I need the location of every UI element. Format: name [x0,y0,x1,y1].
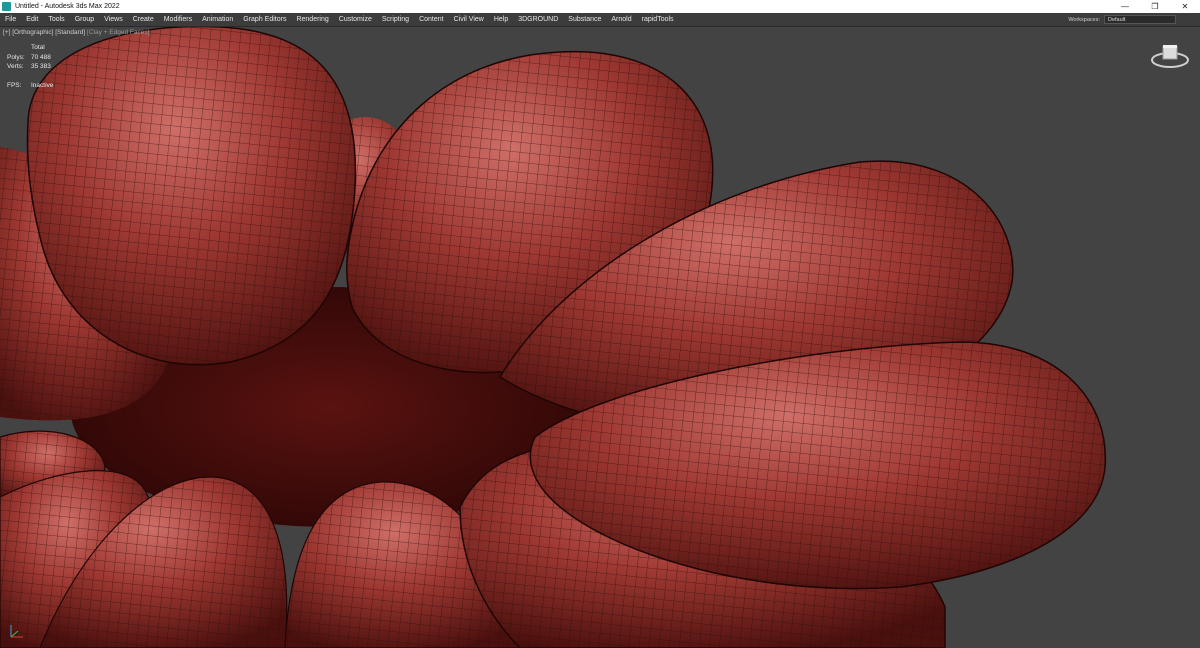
stats-total-label: Total [31,44,45,51]
stats-fps-value: Inactive [31,81,54,89]
stats-verts-value: 35 383 [31,63,51,70]
app-window: Untitled - Autodesk 3ds Max 2022 — ❐ ✕ F… [0,0,1200,648]
stats-verts-label: Verts: [7,63,24,70]
stats-polys-label: Polys: [7,53,25,61]
menu-graph-editors[interactable]: Graph Editors [238,13,291,26]
menu-scripting[interactable]: Scripting [377,13,414,26]
workspace-dropdown[interactable]: Default [1104,15,1176,24]
title-bar: Untitled - Autodesk 3ds Max 2022 — ❐ ✕ [0,0,1200,13]
axis-tripod-icon [10,625,23,638]
menu-modifiers[interactable]: Modifiers [159,13,197,26]
viewport-label[interactable]: [+] [Orthographic] [Standard] [Clay + Ed… [3,29,149,36]
menu-views[interactable]: Views [99,13,128,26]
menu-rapidtools[interactable]: rapidTools [637,13,679,26]
stats-verts-row: Verts: 35 383 [7,62,53,72]
menu-animation[interactable]: Animation [197,13,238,26]
viewcube-icon[interactable] [1150,41,1190,71]
menu-customize[interactable]: Customize [334,13,377,26]
viewport-statistics: Total Polys: 70 488 Verts: 35 383 FPS: I… [7,43,53,90]
app-logo-icon [2,2,11,11]
stats-fps-label: FPS: [7,81,22,89]
menu-substance[interactable]: Substance [563,13,606,26]
menu-bar: File Edit Tools Group Views Create Modif… [0,13,1200,27]
menu-civil-view[interactable]: Civil View [449,13,489,26]
menu-edit[interactable]: Edit [21,13,43,26]
close-button[interactable]: ✕ [1170,0,1200,13]
minimize-button[interactable]: — [1110,0,1140,13]
viewport-plus-menu[interactable]: [+] [3,29,10,36]
menu-file[interactable]: File [0,13,21,26]
menu-group[interactable]: Group [70,13,99,26]
menu-help[interactable]: Help [489,13,513,26]
menu-rendering[interactable]: Rendering [291,13,333,26]
window-controls: — ❐ ✕ [1110,0,1200,13]
stats-polys-row: Polys: 70 488 [7,53,53,63]
menu-3dground[interactable]: 3DGROUND [513,13,563,26]
menu-create[interactable]: Create [128,13,159,26]
stats-polys-value: 70 488 [31,53,51,61]
viewport-orthographic[interactable]: [+] [Orthographic] [Standard] [Clay + Ed… [0,27,1200,648]
viewport-shading-label[interactable]: [Standard] [55,29,85,36]
menu-tools[interactable]: Tools [43,13,69,26]
petal-mesh-scene[interactable] [0,27,1200,648]
workspace-label: Workspaces: [1068,16,1100,23]
viewport-style-label[interactable]: [Clay + Edged Faces] [87,29,149,36]
viewport-view-label[interactable]: [Orthographic] [12,29,53,36]
menu-content[interactable]: Content [414,13,449,26]
restore-button[interactable]: ❐ [1140,0,1170,13]
stats-fps-row: FPS: Inactive [7,81,53,91]
window-title: Untitled - Autodesk 3ds Max 2022 [15,3,120,10]
menu-arnold[interactable]: Arnold [606,13,636,26]
workspace-selector: Workspaces: Default [1068,13,1176,26]
